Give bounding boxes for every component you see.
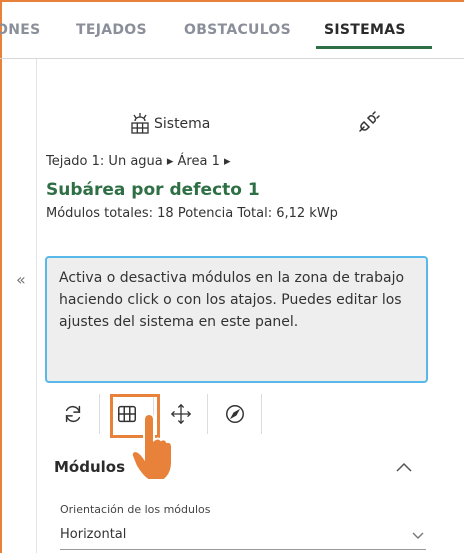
tab-bar: ONES TEJADOS OBSTACULOS SISTEMAS: [0, 0, 464, 62]
tabs-divider: [0, 58, 464, 59]
solar-panel-icon: [131, 113, 149, 134]
collapse-panel-button[interactable]: «: [16, 270, 26, 289]
tab-obstaculos[interactable]: OBSTACULOS: [184, 22, 291, 38]
system-selector[interactable]: Sistema: [130, 113, 210, 135]
compass-icon: [225, 405, 244, 423]
tab-ones[interactable]: ONES: [0, 22, 40, 38]
plug-icon[interactable]: [357, 110, 381, 134]
info-box: Activa o desactiva módulos en la zona de…: [45, 256, 428, 383]
hand-pointer-icon: [130, 412, 173, 481]
chevron-down-icon: [412, 532, 424, 539]
refresh-icon: [65, 405, 80, 423]
orientation-select[interactable]: Horizontal: [60, 527, 426, 550]
modules-heading: Módulos: [54, 458, 126, 476]
chevron-up-icon[interactable]: [395, 460, 413, 474]
frame-left-border: [0, 0, 2, 553]
compass-button[interactable]: [208, 394, 262, 434]
modules-totals: Módulos totales: 18 Potencia Total: 6,12…: [46, 206, 338, 221]
panel-separator: [36, 59, 37, 553]
breadcrumb: Tejado 1: Un agua ▸ Área 1 ▸: [46, 154, 231, 169]
orientation-value: Horizontal: [60, 527, 127, 542]
tab-sistemas[interactable]: SISTEMAS: [324, 22, 406, 38]
subarea-title: Subárea por defecto 1: [46, 180, 260, 200]
refresh-button[interactable]: [46, 394, 100, 434]
system-label: Sistema: [154, 116, 211, 132]
orientation-label: Orientación de los módulos: [60, 503, 211, 516]
tab-tejados[interactable]: TEJADOS: [76, 22, 147, 38]
active-tab-indicator: [316, 46, 432, 49]
